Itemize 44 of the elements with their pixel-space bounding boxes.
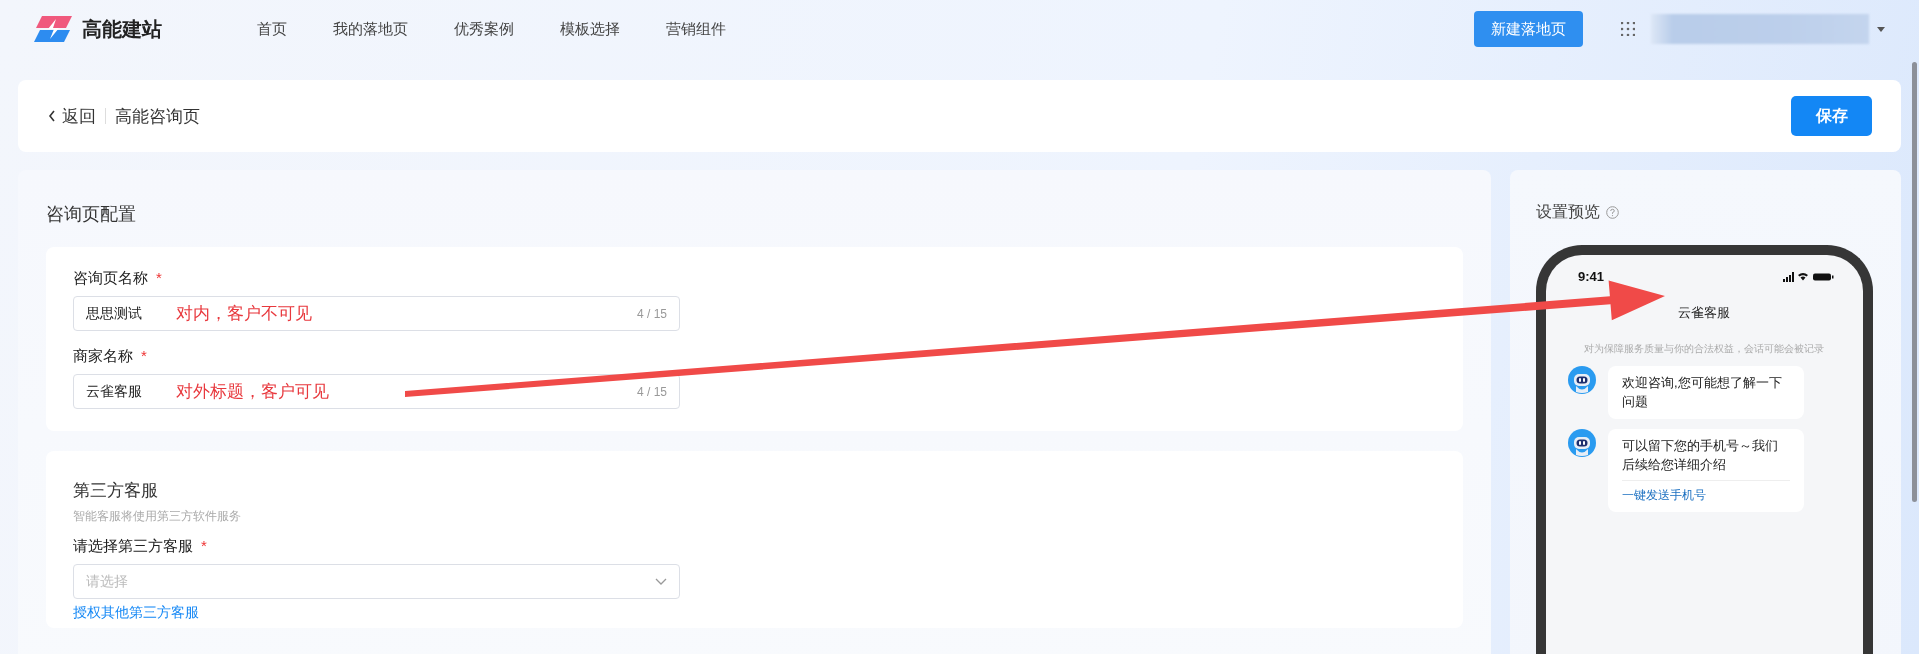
char-counter: 4 / 15 xyxy=(636,384,667,399)
required-mark: * xyxy=(156,269,162,288)
page-title: 高能咨询页 xyxy=(115,105,201,128)
message-text: 可以留下您的手机号～我们后续给您详细介绍 xyxy=(1622,437,1779,474)
field-label: 请选择第三方客服 xyxy=(73,537,193,556)
robot-avatar-icon xyxy=(1568,366,1596,394)
chevron-left-icon xyxy=(48,110,56,122)
apps-grid-icon[interactable] xyxy=(1621,22,1635,36)
required-mark: * xyxy=(201,537,207,556)
field-value: 思思测试 xyxy=(86,304,143,323)
section-description: 智能客服将使用第三方软件服务 xyxy=(73,508,242,525)
input-field[interactable]: 云雀客服 对外标题，客户可见 4 / 15 xyxy=(73,374,680,409)
scrollbar[interactable] xyxy=(1912,62,1917,502)
nav-link[interactable]: 模板选择 xyxy=(560,19,620,39)
annotation-note: 对内，客户不可见 xyxy=(176,303,313,325)
select-placeholder: 请选择 xyxy=(86,572,129,591)
field-label: 商家名称 xyxy=(73,347,133,366)
section-title: 第三方客服 xyxy=(73,480,159,502)
back-link[interactable]: 返回 xyxy=(48,104,96,128)
message-text: 欢迎咨询,您可能想了解一下问题 xyxy=(1622,374,1783,411)
section-title: 咨询页配置 xyxy=(46,203,137,226)
nav-link[interactable]: 营销组件 xyxy=(666,19,726,39)
nav-link[interactable]: 首页 xyxy=(257,19,287,39)
nav-link[interactable]: 优秀案例 xyxy=(454,19,514,39)
logo-icon xyxy=(34,16,72,42)
chat-notice: 对为保障服务质量与你的合法权益，会话可能会被记录 xyxy=(1582,342,1825,356)
input-field[interactable]: 思思测试 对内，客户不可见 4 / 15 xyxy=(73,296,680,331)
required-mark: * xyxy=(141,347,147,366)
save-button[interactable]: 保存 xyxy=(1791,96,1872,136)
nav-link[interactable]: 我的落地页 xyxy=(333,19,408,39)
chat-title: 云雀客服 xyxy=(1676,304,1731,322)
send-phone-link[interactable]: 一键发送手机号 xyxy=(1622,487,1790,504)
char-counter: 4 / 15 xyxy=(636,306,667,321)
status-time: 9:41 xyxy=(1578,269,1605,284)
field-label: 咨询页名称 xyxy=(73,269,148,288)
chevron-down-icon xyxy=(655,578,667,585)
authorize-link[interactable]: 授权其他第三方客服 xyxy=(73,604,199,620)
field-value: 云雀客服 xyxy=(86,382,143,401)
robot-avatar-icon xyxy=(1568,429,1596,457)
status-icons xyxy=(1783,271,1835,282)
caret-icon[interactable] xyxy=(1877,26,1885,32)
logo-text: 高能建站 xyxy=(82,16,162,42)
preview-title: 设置预览 xyxy=(1536,202,1600,222)
annotation-note: 对外标题，客户可见 xyxy=(176,381,330,403)
